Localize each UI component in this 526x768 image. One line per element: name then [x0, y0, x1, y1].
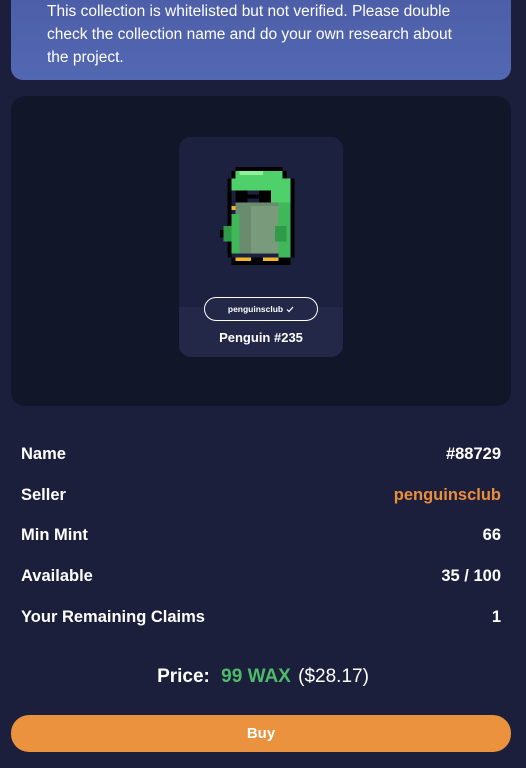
buy-button[interactable]: Buy — [11, 715, 511, 752]
warning-banner: This collection is whitelisted but not v… — [11, 0, 511, 80]
detail-label: Available — [21, 566, 93, 585]
price-usd: ($28.17) — [298, 666, 369, 687]
nft-preview-panel: penguinsclub Penguin #235 — [11, 96, 511, 406]
detail-value: 66 — [482, 526, 501, 545]
detail-value: #88729 — [445, 444, 501, 463]
detail-row-seller: Seller penguinsclub — [21, 475, 501, 516]
price-label: Price: — [157, 666, 210, 687]
nft-card[interactable]: penguinsclub Penguin #235 — [179, 137, 343, 357]
nft-title: Penguin #235 — [219, 330, 303, 345]
detail-label: Your Remaining Claims — [21, 607, 205, 626]
warning-text: This collection is whitelisted but not v… — [47, 3, 452, 66]
drop-page: This collection is whitelisted but not v… — [0, 0, 526, 768]
detail-value: 1 — [491, 607, 501, 626]
seller-link[interactable]: penguinsclub — [394, 486, 501, 505]
nft-image — [179, 137, 343, 307]
detail-row-min-mint: Min Mint 66 — [21, 515, 501, 556]
detail-row-available: Available 35 / 100 — [21, 556, 501, 597]
price-amount: 99 WAX — [221, 666, 291, 687]
collection-badge[interactable]: penguinsclub — [204, 297, 318, 321]
collection-name: penguinsclub — [227, 304, 284, 314]
detail-row-remaining-claims: Your Remaining Claims 1 — [21, 597, 501, 638]
detail-row-name: Name #88729 — [21, 434, 501, 475]
detail-label: Seller — [21, 485, 66, 504]
price-line: Price: 99 WAX ($28.17) — [0, 666, 526, 688]
detail-label: Name — [21, 444, 66, 463]
check-icon — [286, 306, 294, 312]
detail-label: Min Mint — [21, 526, 88, 545]
drop-details: Name #88729 Seller penguinsclub Min Mint… — [21, 434, 501, 637]
penguin-icon — [219, 166, 295, 266]
detail-value: 35 / 100 — [441, 566, 501, 585]
